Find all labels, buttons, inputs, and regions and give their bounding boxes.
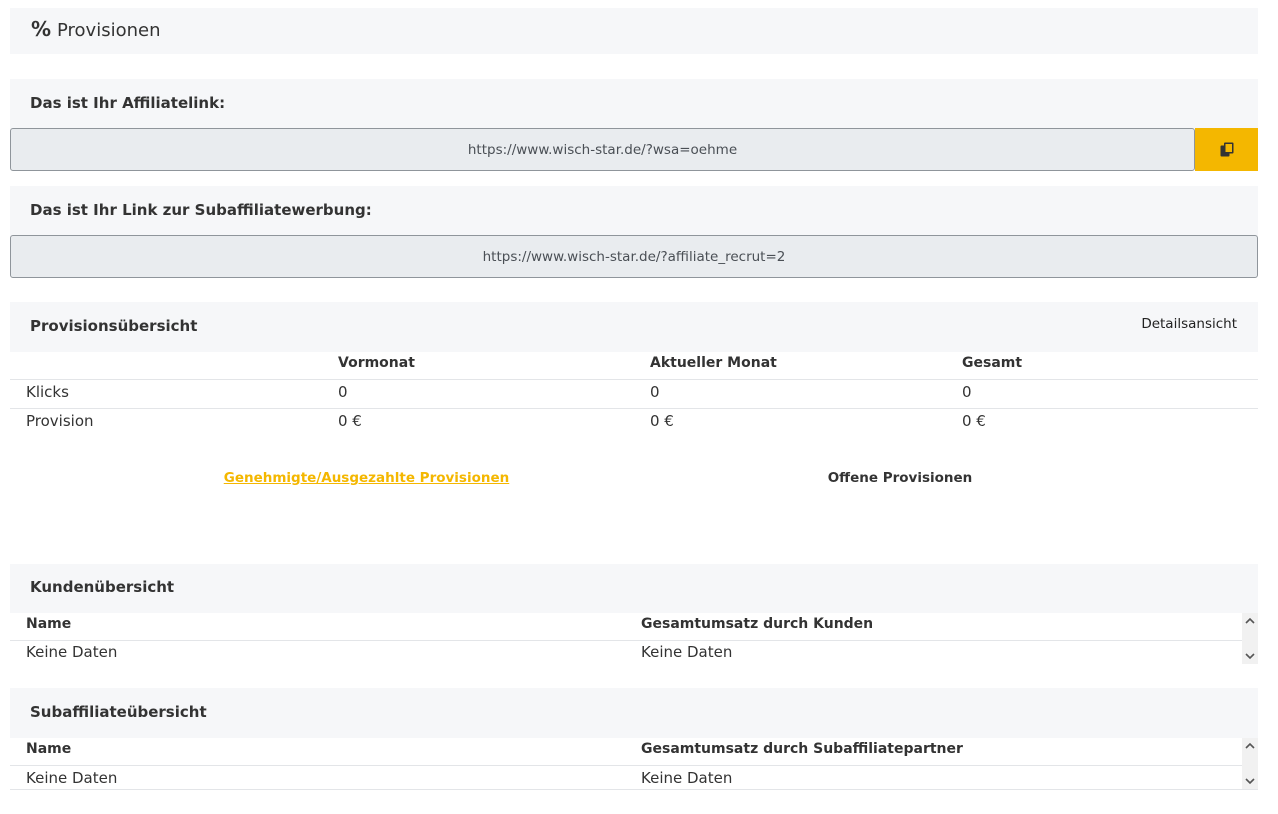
customers-table: Name Gesamtumsatz durch Kunden Keine Dat…: [10, 613, 1258, 664]
subaffiliate-label-band: Das ist Ihr Link zur Subaffiliatewerbung…: [10, 186, 1258, 236]
customers-scrollbar[interactable]: [1242, 613, 1258, 664]
affiliate-link-label: Das ist Ihr Affiliatelink:: [30, 94, 226, 112]
overview-header: Provisionsübersicht Detailsansicht: [10, 302, 1258, 352]
row-divider: [10, 765, 1242, 766]
table-bottom-border: [10, 789, 1258, 790]
clicks-previous-month: 0: [338, 383, 348, 401]
column-header-name: Name: [26, 741, 72, 757]
subaffiliates-table: Name Gesamtumsatz durch Subaffiliatepart…: [10, 738, 1258, 790]
clicks-current-month: 0: [650, 383, 660, 401]
customer-name-cell: Keine Daten: [26, 643, 118, 661]
row-label-clicks: Klicks: [26, 383, 69, 401]
subaffiliate-link-label: Das ist Ihr Link zur Subaffiliatewerbung…: [30, 201, 372, 219]
affiliate-link-value: https://www.wisch-star.de/?wsa=oehme: [467, 141, 738, 158]
page-header: % Provisionen: [10, 8, 1258, 54]
column-header-subaffiliate-revenue: Gesamtumsatz durch Subaffiliatepartner: [641, 741, 963, 757]
column-header-name: Name: [26, 616, 72, 632]
scroll-down-icon[interactable]: [1244, 651, 1256, 661]
row-divider: [10, 408, 1258, 409]
customers-title: Kundenübersicht: [30, 578, 175, 596]
clicks-total: 0: [962, 383, 972, 401]
tab-approved-commissions[interactable]: Genehmigte/Ausgezahlte Provisionen: [10, 470, 723, 486]
commission-previous-month: 0 €: [338, 412, 362, 430]
percent-icon: %: [31, 17, 52, 41]
scroll-down-icon[interactable]: [1244, 776, 1256, 786]
row-divider: [10, 640, 1242, 641]
scroll-up-icon[interactable]: [1244, 616, 1256, 626]
subaffiliate-link-field[interactable]: https://www.wisch-star.de/?affiliate_rec…: [10, 235, 1258, 278]
affiliate-link-field[interactable]: https://www.wisch-star.de/?wsa=oehme: [10, 128, 1195, 171]
subaffiliates-scrollbar[interactable]: [1242, 738, 1258, 790]
column-header-current-month: Aktueller Monat: [650, 355, 777, 371]
column-header-previous-month: Vormonat: [338, 355, 415, 371]
copy-icon: [1220, 142, 1233, 157]
subaffiliates-title: Subaffiliateübersicht: [30, 703, 207, 721]
affiliate-label-band: Das ist Ihr Affiliatelink:: [10, 79, 1258, 129]
subaffiliate-revenue-cell: Keine Daten: [641, 769, 733, 787]
column-header-customer-revenue: Gesamtumsatz durch Kunden: [641, 616, 874, 632]
customer-revenue-cell: Keine Daten: [641, 643, 733, 661]
subaffiliate-link-value: https://www.wisch-star.de/?affiliate_rec…: [482, 248, 786, 265]
customers-header: Kundenübersicht: [10, 564, 1258, 613]
commission-total: 0 €: [962, 412, 986, 430]
overview-table: Vormonat Aktueller Monat Gesamt Klicks 0…: [10, 352, 1258, 564]
copy-link-button[interactable]: [1195, 128, 1258, 171]
commission-current-month: 0 €: [650, 412, 674, 430]
tab-open-commissions[interactable]: Offene Provisionen: [723, 470, 1077, 486]
column-header-total: Gesamt: [962, 355, 1023, 371]
subaffiliates-header: Subaffiliateübersicht: [10, 688, 1258, 738]
row-label-commission: Provision: [26, 412, 94, 430]
subaffiliate-name-cell: Keine Daten: [26, 769, 118, 787]
row-divider: [10, 379, 1258, 380]
overview-title: Provisionsübersicht: [30, 317, 198, 335]
page-title: Provisionen: [57, 20, 161, 41]
detail-view-link[interactable]: Detailsansicht: [1141, 316, 1237, 332]
scroll-up-icon[interactable]: [1244, 741, 1256, 751]
